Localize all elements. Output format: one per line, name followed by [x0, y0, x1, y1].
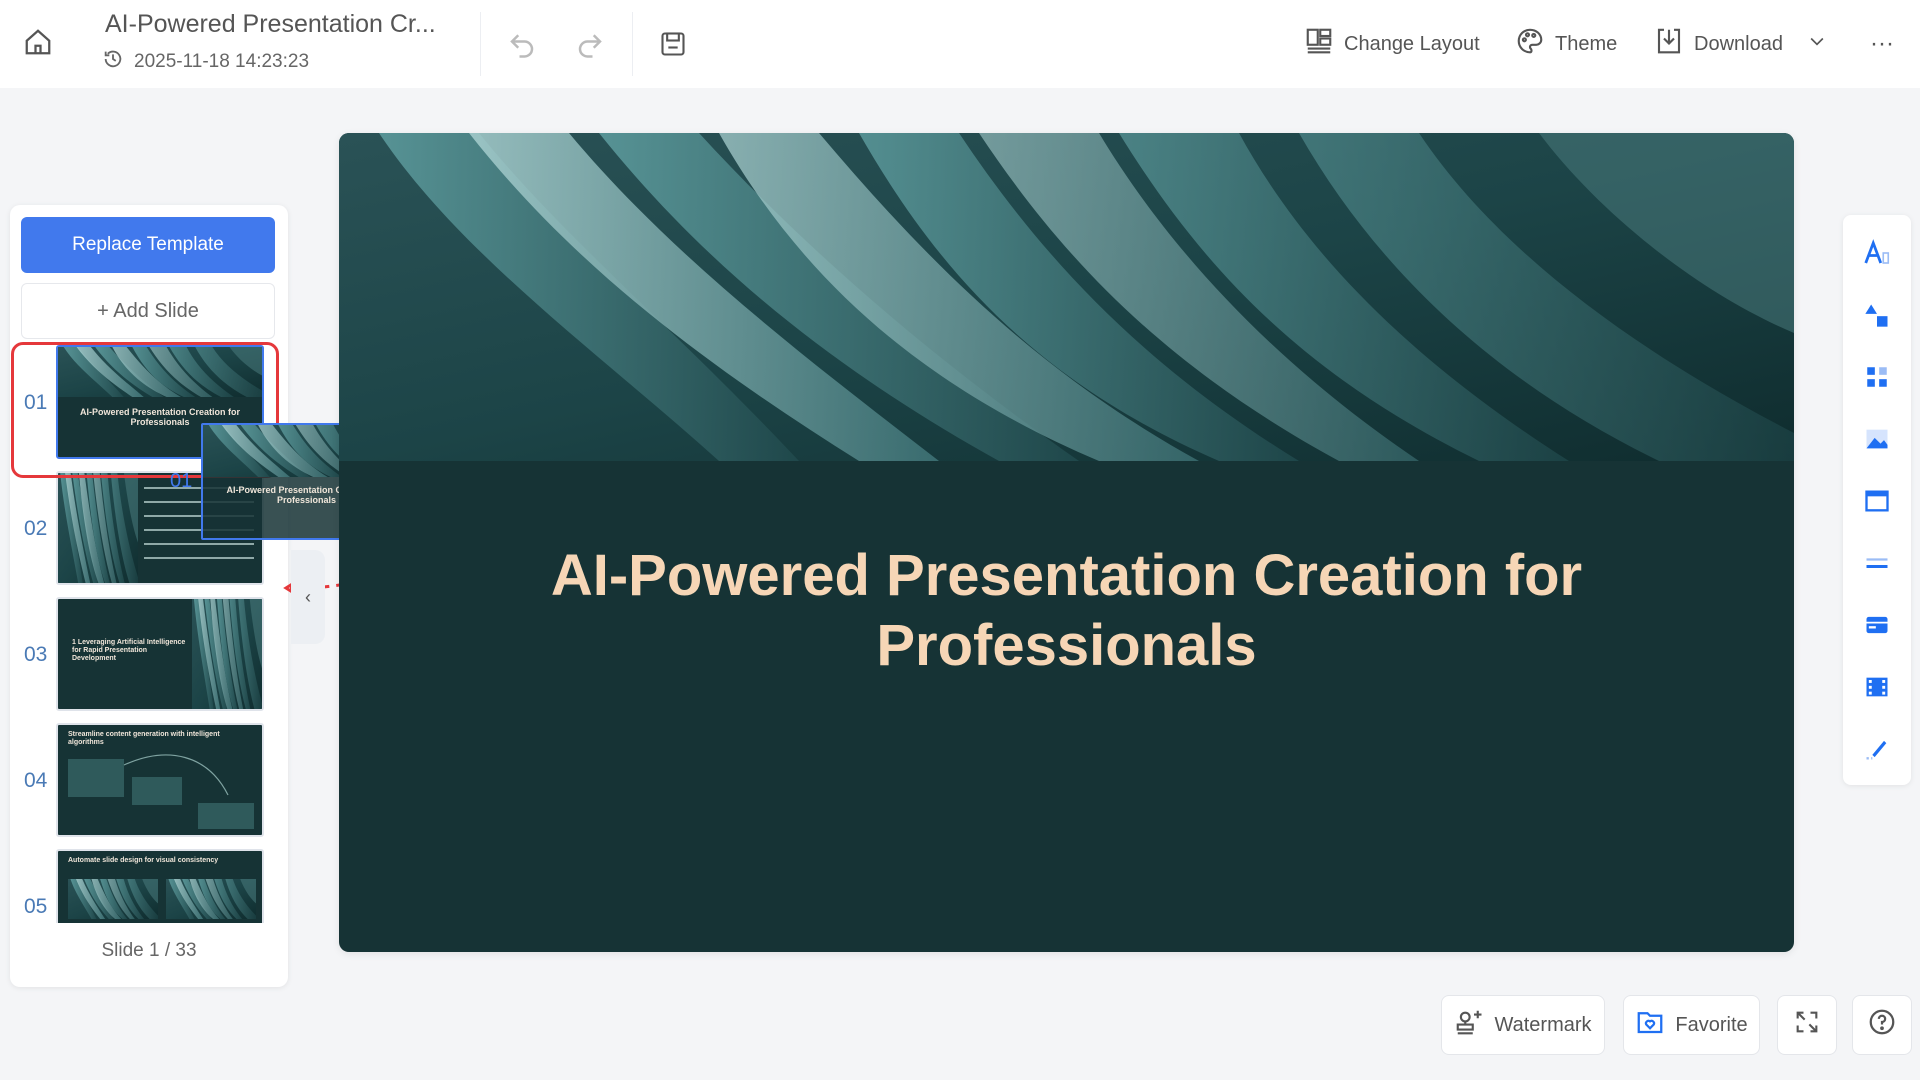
slide-thumbnail[interactable]: 1 Leveraging Artificial Intelligence for…: [56, 597, 264, 711]
frame-icon[interactable]: [1857, 481, 1897, 521]
help-icon: [1867, 1007, 1897, 1043]
replace-template-button[interactable]: Replace Template: [21, 217, 275, 273]
line-icon[interactable]: [1857, 543, 1897, 583]
watermark-label: Watermark: [1494, 1013, 1592, 1036]
wave-image: [68, 879, 158, 919]
undo-icon[interactable]: [502, 24, 542, 64]
document-title[interactable]: AI-Powered Presentation Cr...: [105, 10, 436, 39]
download-label: Download: [1694, 32, 1783, 55]
theme-button[interactable]: Theme: [1515, 24, 1617, 64]
save-icon[interactable]: [653, 24, 693, 64]
home-icon[interactable]: [18, 22, 58, 62]
redo-icon[interactable]: [570, 24, 610, 64]
shapes-icon[interactable]: [1857, 295, 1897, 335]
cover-wave-image[interactable]: [339, 133, 1794, 461]
layout-icon: [1304, 26, 1334, 62]
diagram-arc: [123, 754, 229, 796]
slide-number: 04: [24, 769, 48, 792]
watermark-icon: [1454, 1007, 1484, 1043]
draw-icon[interactable]: [1857, 729, 1897, 769]
download-icon: [1654, 26, 1684, 62]
help-button[interactable]: [1852, 995, 1912, 1055]
text-icon[interactable]: [1857, 233, 1897, 273]
video-icon[interactable]: [1857, 667, 1897, 707]
change-layout-label: Change Layout: [1344, 32, 1480, 55]
top-bar: AI-Powered Presentation Cr... 2025-11-18…: [0, 0, 1920, 88]
chevron-down-icon: [1807, 31, 1827, 57]
wave-image: [58, 347, 262, 397]
thumbnail-title: 1 Leveraging Artificial Intelligence for…: [72, 639, 186, 663]
slide-canvas[interactable]: AI-Powered Presentation Creation for Pro…: [339, 133, 1794, 952]
wave-image: [192, 599, 262, 709]
slide-counter: Slide 1 / 33: [101, 940, 197, 961]
favorite-icon: [1635, 1007, 1665, 1043]
drag-ghost-number: 01: [170, 470, 193, 492]
divider: [632, 12, 633, 76]
more-icon[interactable]: ···: [1862, 24, 1902, 64]
download-button[interactable]: Download: [1654, 24, 1827, 64]
slide-number: 01: [24, 391, 48, 414]
collapse-panel-button[interactable]: ‹: [291, 550, 325, 644]
divider: [480, 12, 481, 76]
palette-icon: [1515, 26, 1545, 62]
fullscreen-button[interactable]: [1777, 995, 1837, 1055]
theme-label: Theme: [1555, 32, 1618, 55]
add-slide-button[interactable]: + Add Slide: [21, 283, 275, 339]
slide-title[interactable]: AI-Powered Presentation Creation for Pro…: [419, 541, 1714, 681]
favorite-button[interactable]: Favorite: [1623, 995, 1760, 1055]
change-layout-button[interactable]: Change Layout: [1304, 24, 1480, 64]
wave-image: [166, 879, 256, 919]
favorite-label: Favorite: [1675, 1013, 1748, 1036]
fullscreen-icon: [1793, 1008, 1821, 1042]
insert-toolbar: [1843, 215, 1911, 785]
watermark-button[interactable]: Watermark: [1441, 995, 1605, 1055]
slide-thumbnail-item[interactable]: 05 Automate slide design for visual cons…: [10, 849, 288, 923]
slide-thumbnail-item[interactable]: 03 1 Leveraging Artificial Intelligence …: [10, 597, 288, 715]
slide-thumbnail[interactable]: Automate slide design for visual consist…: [56, 849, 264, 923]
document-timestamp[interactable]: 2025-11-18 14:23:23: [102, 48, 309, 76]
image-icon[interactable]: [1857, 419, 1897, 459]
slide-thumbnail[interactable]: Streamline content generation with intel…: [56, 723, 264, 837]
slide-number: 05: [24, 895, 48, 918]
slide-panel: Replace Template + Add Slide 01 AI-Power…: [10, 205, 288, 987]
chevron-left-icon: ‹: [305, 586, 311, 607]
slide-number: 03: [24, 643, 48, 666]
wave-image: [58, 473, 138, 583]
slide-thumbnail-item[interactable]: 04 Streamline content generation with in…: [10, 723, 288, 841]
history-icon: [102, 48, 124, 76]
timestamp-label: 2025-11-18 14:23:23: [134, 51, 310, 72]
components-icon[interactable]: [1857, 357, 1897, 397]
slide-number: 02: [24, 517, 48, 540]
table-icon[interactable]: [1857, 605, 1897, 645]
thumbnail-title: Automate slide design for visual consist…: [68, 857, 219, 864]
